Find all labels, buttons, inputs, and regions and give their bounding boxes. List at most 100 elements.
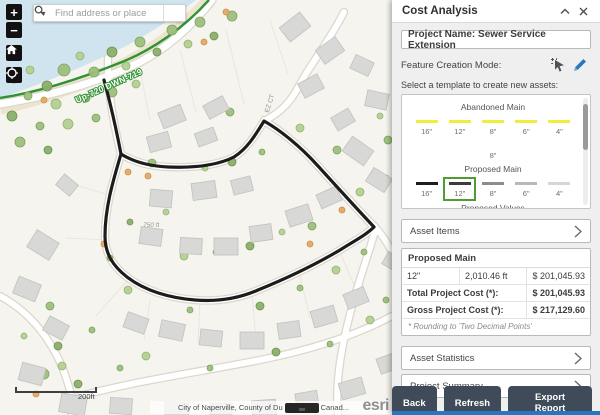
tree: [377, 113, 383, 119]
building-footprint: [180, 237, 203, 254]
attribution-overlay-box: [285, 403, 319, 413]
attribution-text-2: Canad...: [321, 403, 349, 412]
template-item[interactable]: 16": [410, 115, 443, 139]
cost-analysis-panel: Cost Analysis Project Name: Sewer Servic…: [392, 0, 600, 415]
search-button[interactable]: [163, 5, 185, 21]
building-footprint: [249, 224, 273, 243]
search-widget: ▾: [33, 4, 186, 22]
tree: [92, 114, 100, 122]
building-footprint: [199, 329, 223, 347]
locate-button[interactable]: [6, 67, 22, 83]
tree: [223, 9, 229, 15]
total-cost-row: Total Project Cost (*): $ 201,045.93: [402, 285, 590, 302]
template-swatch: [449, 182, 471, 185]
cost-cell: 12": [402, 268, 460, 285]
template-item[interactable]: 6": [510, 177, 543, 201]
tree: [21, 333, 27, 339]
asset-items-section[interactable]: Asset Items: [401, 219, 591, 243]
draw-mode-button[interactable]: [569, 57, 591, 74]
cost-cell: $ 201,045.93: [527, 268, 590, 285]
tree: [167, 25, 177, 35]
collapse-button[interactable]: [556, 3, 574, 19]
zoom-in-button[interactable]: +: [6, 4, 22, 20]
template-size-label: 16": [421, 190, 432, 198]
tree: [333, 146, 341, 154]
template-item[interactable]: 12": [443, 115, 476, 139]
template-size-label: 12": [454, 190, 465, 198]
template-item[interactable]: 4": [543, 177, 576, 201]
tree: [127, 219, 133, 225]
project-name-text: Project Name: Sewer Service Extension: [408, 29, 584, 51]
template-item[interactable]: 8": [476, 177, 509, 201]
tree: [145, 173, 151, 179]
chevron-right-icon: [574, 352, 582, 365]
template-scrollbar-thumb[interactable]: [583, 104, 588, 150]
cost-table-header: Proposed Main: [402, 249, 590, 268]
tree: [195, 17, 205, 27]
tree: [279, 229, 285, 235]
gross-cost-label: Gross Project Cost (*):: [402, 302, 527, 319]
template-item[interactable]: 4": [543, 115, 576, 139]
tree: [210, 32, 218, 40]
close-icon: [579, 7, 588, 16]
template-swatch: [482, 120, 504, 123]
building-footprint: [277, 321, 301, 340]
template-group-title: Proposed Main: [406, 164, 580, 174]
home-button[interactable]: [6, 45, 22, 61]
template-group-row: 16" 12" 8" 6" 4": [406, 177, 580, 201]
close-button[interactable]: [574, 3, 592, 19]
template-size-label: 8": [490, 128, 497, 136]
tree: [296, 124, 304, 132]
tree: [187, 307, 193, 313]
tree: [42, 81, 52, 91]
template-item[interactable]: 8": [476, 115, 509, 139]
tree: [135, 37, 145, 47]
tree: [58, 362, 66, 370]
template-size-label: 12": [454, 128, 465, 136]
tree: [46, 302, 54, 310]
template-item-selected[interactable]: 12": [443, 177, 476, 201]
template-instruction-label: Select a template to create new assets:: [401, 80, 591, 90]
tree: [297, 285, 303, 291]
template-swatch: [515, 182, 537, 185]
building-footprint: [149, 189, 172, 208]
asset-statistics-section[interactable]: Asset Statistics: [401, 346, 591, 370]
template-swatch: [416, 120, 438, 123]
map-canvas[interactable]: Up-720 DWN-719EZ CT750 ft + − ▾: [0, 0, 392, 415]
cost-table-rows: 12"2,010.46 ft$ 201,045.93: [402, 268, 590, 285]
esri-logo: esri: [363, 397, 389, 415]
tree: [256, 302, 264, 310]
cost-cell: 2,010.46 ft: [460, 268, 527, 285]
building-footprint: [240, 332, 264, 349]
tree: [332, 266, 340, 274]
template-item[interactable]: 6": [510, 115, 543, 139]
tree: [24, 92, 32, 100]
template-item[interactable]: 16": [410, 177, 443, 201]
tree: [122, 62, 130, 70]
template-size-label: 8": [490, 152, 497, 160]
basemap: Up-720 DWN-719EZ CT750 ft: [0, 0, 392, 415]
tree: [26, 66, 34, 74]
tree: [366, 316, 374, 324]
home-icon: [6, 45, 17, 55]
cost-table-row: 12"2,010.46 ft$ 201,045.93: [402, 268, 590, 285]
tree: [383, 297, 389, 303]
template-size-label: 6": [523, 190, 530, 198]
search-input[interactable]: [53, 5, 163, 21]
tree: [7, 111, 17, 121]
zoom-out-button[interactable]: −: [6, 22, 22, 38]
select-mode-button[interactable]: [547, 57, 569, 74]
tree: [58, 64, 70, 76]
distance-label: 750 ft: [143, 222, 160, 229]
tree: [272, 348, 280, 356]
tree: [124, 286, 132, 294]
template-swatch: [416, 182, 438, 185]
tree: [259, 149, 265, 155]
gross-cost-value: $ 217,129.60: [527, 302, 590, 319]
total-cost-label: Total Project Cost (*):: [402, 285, 527, 302]
panel-bottom-accent: [392, 411, 600, 415]
building-footprint: [109, 397, 132, 414]
template-item[interactable]: 8": [476, 139, 510, 163]
template-group-title: Proposed Valves: [406, 203, 580, 210]
rounding-note: * Rounding to 'Two Decimal Points': [402, 319, 590, 335]
